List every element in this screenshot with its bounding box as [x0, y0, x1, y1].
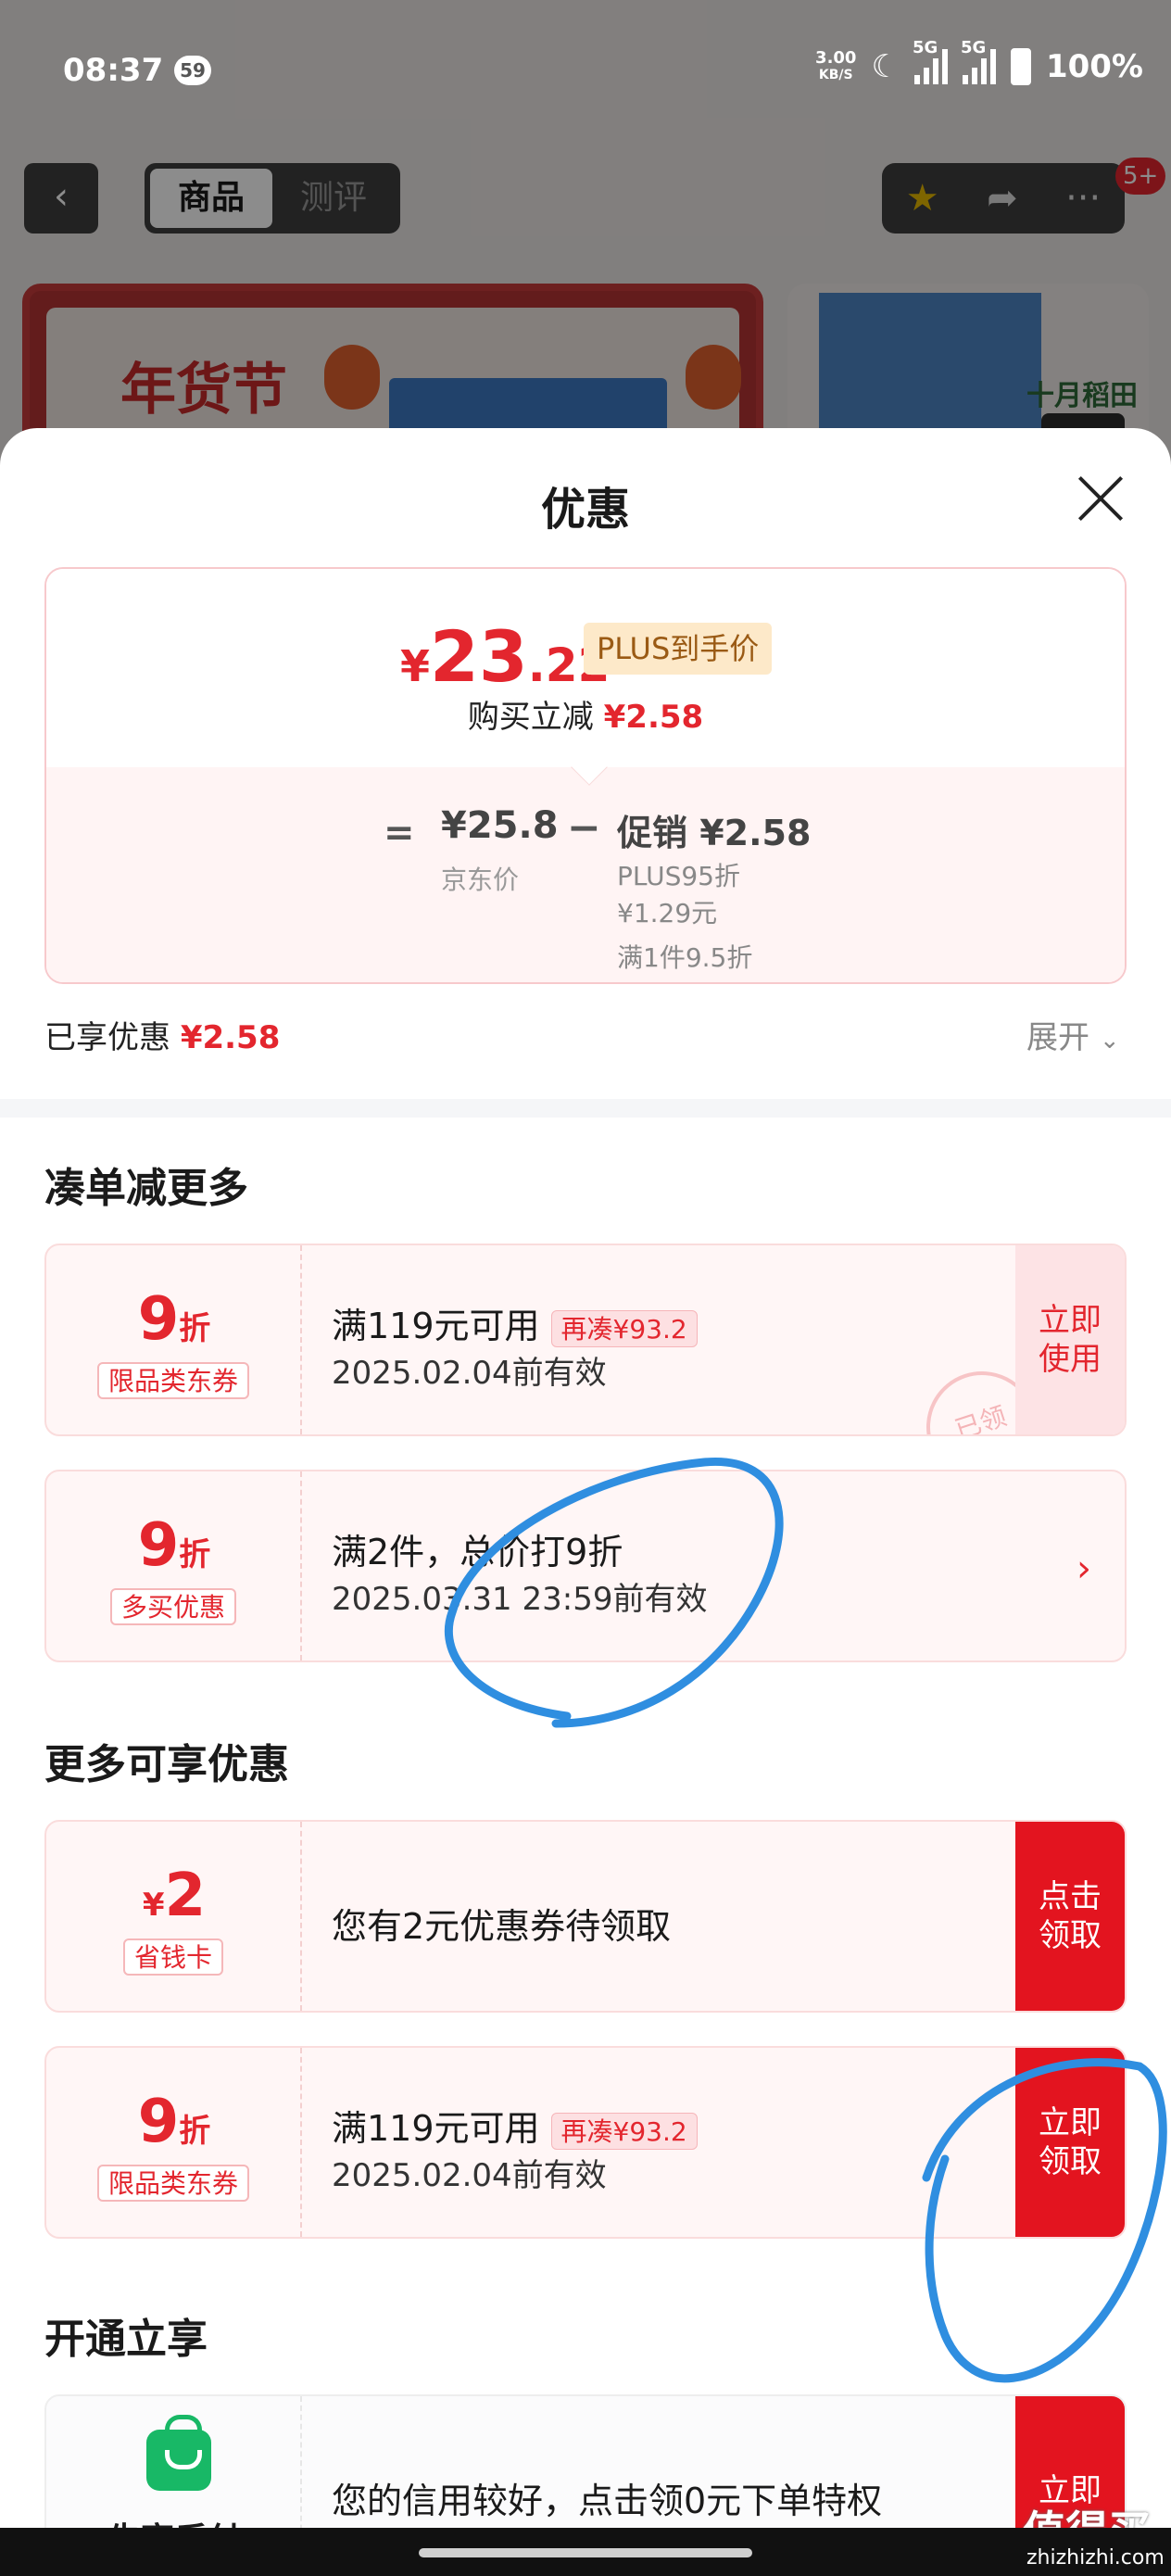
- coupon-validity: 2025.02.04前有效: [332, 2157, 607, 2194]
- enjoyed-label: 已享优惠: [44, 1019, 170, 1056]
- notification-badge: 59: [174, 56, 211, 85]
- coupon-card-category[interactable]: 9折 限品类东券 满119元可用 再凑¥93.2 2025.02.04前有效 已领…: [44, 1244, 1127, 1436]
- expand-label: 展开: [1026, 1019, 1089, 1056]
- saving-card-coupon[interactable]: ¥2 省钱卡 您有2元优惠券待领取 点击 领取: [44, 1820, 1127, 2013]
- coupon-value: ¥2: [46, 1866, 302, 1935]
- coupon-condition: 满119元可用 再凑¥93.2: [332, 2100, 698, 2151]
- coupon-currency: ¥: [142, 1887, 165, 1924]
- price-integer: 23: [430, 615, 528, 698]
- final-price: ¥23.22: [400, 615, 610, 698]
- claim-now-button[interactable]: 立即 领取: [1015, 2048, 1125, 2237]
- instant-value: ¥2.58: [603, 699, 704, 736]
- coupon-unit: 折: [179, 1310, 211, 1347]
- coupon-card-category-2[interactable]: 9折 限品类东券 满119元可用 再凑¥93.2 2025.02.04前有效 立即…: [44, 2046, 1127, 2239]
- coupon-unit: 折: [179, 1536, 211, 1573]
- status-bar: 08:37 59 3.00 KB/S ☾ 5G 5G 100%: [0, 0, 1171, 139]
- coupon-number: 9: [137, 1511, 180, 1580]
- coupon-type-tag: 限品类东券: [96, 1362, 250, 1399]
- coupon-type-tag: 限品类东券: [96, 2165, 250, 2202]
- expand-button[interactable]: 展开 ⌄: [1026, 1012, 1120, 1057]
- section-title-more: 更多可享优惠: [44, 1741, 289, 1788]
- price-breakdown-area: [46, 767, 1125, 982]
- promo-label: 促销 ¥2.58: [617, 813, 812, 853]
- coupon-unit: 折: [179, 2113, 211, 2150]
- gesture-handle[interactable]: [419, 2548, 752, 2557]
- add-more-chip: 再凑¥93.2: [550, 2112, 698, 2150]
- status-time: 08:37: [63, 52, 164, 89]
- minus-sign: −: [567, 804, 601, 852]
- coupon-condition-text: 满119元可用: [332, 2108, 540, 2149]
- coupon-number: 9: [137, 1285, 180, 1354]
- signal-1: 5G: [913, 38, 948, 84]
- coupon-number: 9: [137, 2088, 180, 2156]
- enjoyed-value: ¥2.58: [180, 1019, 281, 1056]
- promo-detail-1: PLUS95折: [617, 861, 740, 891]
- coupon-type-tag: 省钱卡: [122, 1938, 224, 1976]
- instant-discount: 购买立减 ¥2.58: [46, 691, 1125, 737]
- coupon-value: 9折: [46, 2092, 302, 2161]
- enjoyed-discount: 已享优惠 ¥2.58: [44, 1012, 280, 1057]
- coupon-validity: 2025.02.04前有效: [332, 1355, 607, 1392]
- watermark-url: zhizhizhi.com: [1026, 2546, 1165, 2570]
- claim-button[interactable]: 点击 领取: [1015, 1822, 1125, 2011]
- sheet-title: 优惠: [540, 484, 630, 536]
- status-icons: 3.00 KB/S ☾ 5G 5G 100%: [815, 38, 1143, 85]
- coupon-left: 9折 限品类东券: [46, 2048, 302, 2237]
- coupon-left: 9折 多买优惠: [46, 1471, 302, 1661]
- net-label-2: 5G: [960, 38, 987, 57]
- coupon-number: 2: [164, 1862, 207, 1930]
- section-divider: [0, 1099, 1171, 1118]
- multi-buy-card[interactable]: 9折 多买优惠 满2件，总价打9折 2025.03.31 23:59前有效 ›: [44, 1470, 1127, 1662]
- coupon-condition-text: 满119元可用: [332, 1306, 540, 1346]
- coupon-condition: 满2件，总价打9折: [332, 1532, 623, 1572]
- plus-price-tag: PLUS到手价: [584, 623, 773, 675]
- equals-sign: =: [384, 812, 415, 854]
- shopping-bag-icon: [146, 2415, 211, 2491]
- signal-2: 5G: [961, 38, 996, 84]
- chevron-down-icon: ⌄: [1099, 1027, 1120, 1054]
- pay-later-description: 您的信用较好，点击领0元下单特权: [332, 2481, 883, 2521]
- coupon-description: 您有2元优惠券待领取: [332, 1906, 672, 1947]
- coupon-left: 9折 限品类东券: [46, 1245, 302, 1434]
- moon-icon: ☾: [871, 48, 900, 85]
- coupon-value: 9折: [46, 1290, 302, 1358]
- coupon-left: ¥2 省钱卡: [46, 1822, 302, 2011]
- net-label-1: 5G: [912, 38, 938, 57]
- price-currency: ¥: [400, 641, 431, 691]
- section-title-open: 开通立享: [44, 2316, 208, 2363]
- coupon-value: 9折: [46, 1516, 302, 1585]
- discount-sheet: 优惠 ¥23.22 PLUS到手价 购买立减 ¥2.58 = ¥25.8 京东价…: [0, 428, 1171, 2576]
- coupon-condition: 满119元可用 再凑¥93.2: [332, 1297, 698, 1348]
- jd-price-label: 京东价: [441, 865, 520, 895]
- chevron-right-icon[interactable]: ›: [1077, 1547, 1091, 1590]
- speed-unit: KB/S: [818, 68, 853, 82]
- speed-value: 3.00: [815, 48, 857, 68]
- close-icon[interactable]: [1075, 473, 1127, 524]
- add-more-chip: 再凑¥93.2: [550, 1309, 698, 1347]
- coupon-validity: 2025.03.31 23:59前有效: [332, 1581, 708, 1618]
- use-now-button[interactable]: 立即 使用: [1015, 1245, 1125, 1434]
- promo-detail-2: ¥1.29元: [617, 898, 718, 928]
- network-speed: 3.00 KB/S: [815, 50, 856, 83]
- jd-price: ¥25.8: [441, 804, 559, 847]
- price-summary: ¥23.22 PLUS到手价 购买立减 ¥2.58 = ¥25.8 京东价 − …: [44, 567, 1127, 984]
- promo-detail-3: 满1件9.5折: [617, 942, 753, 973]
- battery-icon: [1010, 48, 1031, 85]
- battery-level: 100%: [1045, 48, 1143, 85]
- section-title-combine: 凑单减更多: [44, 1165, 248, 1212]
- instant-label: 购买立减: [467, 699, 594, 736]
- coupon-type-tag: 多买优惠: [109, 1588, 237, 1625]
